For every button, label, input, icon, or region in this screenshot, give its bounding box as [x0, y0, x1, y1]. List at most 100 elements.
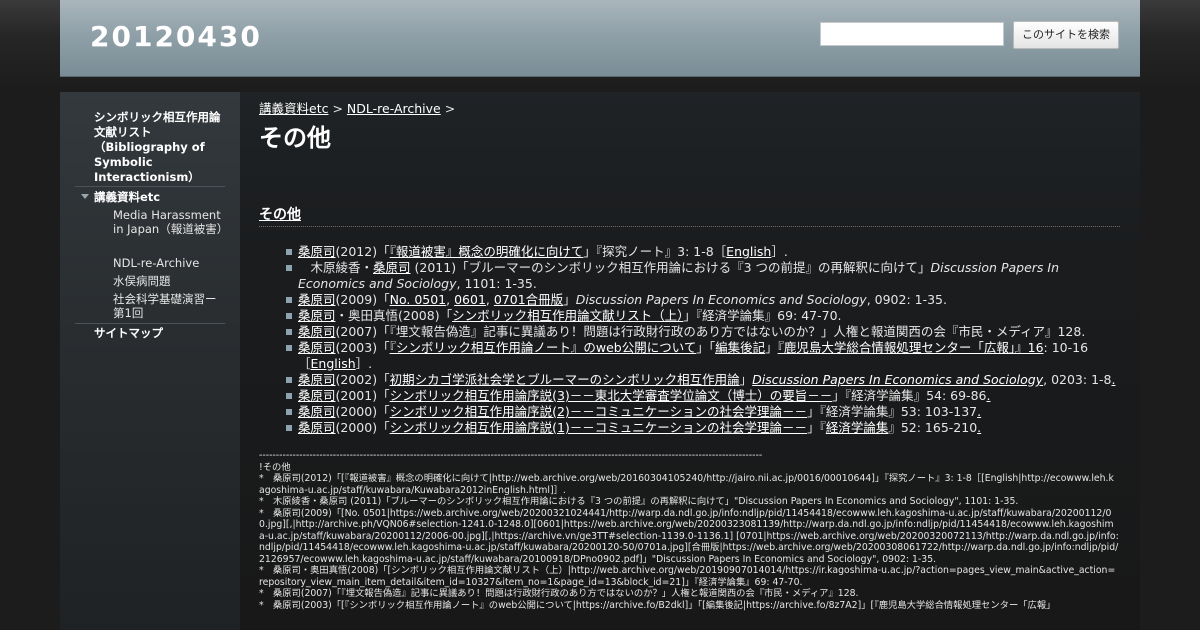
reference-text: (2003)「 [335, 340, 390, 355]
reference-link[interactable]: 桑原司 [298, 388, 336, 403]
reference-link[interactable]: . [977, 420, 981, 435]
sidebar-item-lecture-materials[interactable]: 講義資料etc [75, 190, 225, 205]
reference-text: 」『経済学論集』69: 47-70. [683, 308, 842, 323]
reference-text: (2007)「『埋文報告偽造』記事に異議あり！問題は行政財行政のあり方ではないの… [335, 324, 1086, 339]
reference-text: , [446, 292, 455, 307]
reference-item: 桑原司(2007)「『埋文報告偽造』記事に異議あり！問題は行政財行政のあり方では… [286, 324, 1128, 340]
breadcrumb-separator: > [332, 101, 343, 116]
reference-link[interactable]: シンボリック相互作用論序説(2)－－コミュニケーションの社会学理論－－ [390, 404, 807, 419]
sidebar-subitem-ndl-re-archive[interactable]: NDL-re-Archive [113, 256, 225, 270]
reference-text: ］. [355, 356, 373, 371]
reference-list: 桑原司(2012)「『報道被害』概念の明確化に向けて」『探究ノート』3: 1-8… [286, 244, 1128, 436]
bullet-square-icon [286, 345, 292, 351]
reference-link[interactable]: 編集後記 [715, 340, 765, 355]
reference-text: 」「 [696, 340, 716, 355]
reference-link[interactable]: 初期シカゴ学派社会学とブルーマーのシンボリック相互作用論 [390, 372, 740, 387]
reference-text: 木原綾香・ [298, 260, 374, 275]
breadcrumb-separator: > [444, 101, 456, 116]
reference-link[interactable]: 桑原司 [298, 340, 336, 355]
breadcrumb-link-ndl-re-archive[interactable]: NDL-re-Archive [347, 101, 441, 116]
reference-link[interactable]: シンボリック相互作用論序説(1)－－コミュニケーションの社会学理論－－ [390, 420, 807, 435]
reference-link[interactable]: シンボリック相互作用論序説(3)－－東北大学審査学位論文（博士）の要旨－－ [390, 388, 833, 403]
reference-link[interactable]: 経済学論集 [826, 420, 889, 435]
reference-text: , 0203: 1-8 [1043, 372, 1112, 387]
breadcrumb: 講義資料etc > NDL-re-Archive > [259, 98, 455, 117]
reference-link[interactable]: . [1111, 372, 1115, 387]
reference-text: 」『 [807, 420, 826, 435]
sidebar-subitem-seminar[interactable]: 社会科学基礎演習ー第1回 [113, 292, 225, 320]
reference-item: 木原綾香・桑原司 (2011)「ブルーマーのシンボリック相互作用論における『3 … [286, 260, 1128, 292]
reference-text: (2001)「 [335, 388, 390, 403]
site-title[interactable]: 20120430 [90, 20, 262, 53]
reference-link[interactable]: 桑原司 [298, 244, 336, 259]
reference-link[interactable]: 桑原司 [298, 324, 336, 339]
sidebar-item-label[interactable]: 講義資料etc [94, 190, 160, 205]
search-button[interactable]: このサイトを検索 [1013, 21, 1119, 49]
reference-text: (2002)「 [335, 372, 390, 387]
site-header: 20120430 このサイトを検索 [60, 0, 1140, 77]
reference-text: , [485, 292, 494, 307]
reference-link[interactable]: 『シンボリック相互作用論ノート』のweb公開について [390, 340, 697, 355]
reference-item: 桑原司(2001)「シンボリック相互作用論序説(3)－－東北大学審査学位論文（博… [286, 388, 1128, 404]
reference-text: (2000)「 [335, 420, 390, 435]
reference-link[interactable]: 0701合冊版 [494, 292, 563, 307]
section-heading: その他 [259, 204, 1120, 227]
reference-link[interactable]: . [977, 404, 981, 419]
reference-link[interactable]: English [726, 244, 771, 259]
breadcrumb-link-lecture-materials[interactable]: 講義資料etc [259, 101, 328, 116]
reference-text: 」『経済学論集』54: 69-86 [832, 388, 987, 403]
bullet-square-icon [286, 265, 292, 271]
reference-link[interactable]: Discussion Papers In Economics and Socio… [752, 372, 1043, 387]
bullet-square-icon [286, 313, 292, 319]
reference-link[interactable]: 桑原司 [373, 260, 411, 275]
reference-item: 桑原司(2000)「シンボリック相互作用論序説(2)－－コミュニケーションの社会… [286, 404, 1128, 420]
reference-item: 桑原司(2000)「シンボリック相互作用論序説(1)－－コミュニケーションの社会… [286, 420, 1128, 436]
reference-text: , 1101: 1-35. [456, 276, 537, 291]
main-content: 講義資料etc > NDL-re-Archive > その他 その他 桑原司(2… [240, 92, 1140, 630]
sidebar-item-label[interactable]: サイトマップ [94, 326, 163, 341]
reference-item: 桑原司(2012)「『報道被害』概念の明確化に向けて」『探究ノート』3: 1-8… [286, 244, 1128, 260]
reference-item: 桑原司(2002)「初期シカゴ学派社会学とブルーマーのシンボリック相互作用論」D… [286, 372, 1128, 388]
sidebar-subitem-media-harassment[interactable]: Media Harassment in Japan（報道被害） [113, 208, 228, 236]
reference-link[interactable]: English [311, 356, 356, 371]
page-title: その他 [259, 124, 331, 152]
bullet-square-icon [286, 409, 292, 415]
reference-link[interactable]: 桑原司 [298, 292, 336, 307]
reference-link[interactable]: シンボリック相互作用論文献リスト（上） [452, 308, 683, 323]
reference-text: (2012)「 [335, 244, 390, 259]
reference-text: (2000)「 [335, 404, 390, 419]
search-input[interactable] [820, 22, 1004, 46]
reference-link[interactable]: 桑原司 [298, 420, 336, 435]
bullet-square-icon [286, 249, 292, 255]
reference-text: (2009)「 [335, 292, 390, 307]
sidebar-divider [75, 323, 225, 324]
raw-wiki-text: ----------------------------------------… [259, 450, 1119, 611]
reference-text: , 0902: 1-35. [866, 292, 947, 307]
reference-link[interactable]: No. 0501 [390, 292, 447, 307]
section-heading-link[interactable]: その他 [259, 207, 301, 223]
reference-journal: Discussion Papers In Economics and Socio… [575, 292, 867, 307]
sidebar: シンボリック相互作用論文献リスト（Bibliography of Symboli… [60, 92, 240, 630]
reference-text: ・奥田真悟(2008)「 [335, 308, 453, 323]
reference-link[interactable]: 『鹿児島大学総合情報処理センター「広報」』16 [778, 340, 1044, 355]
reference-text: 」 [563, 292, 576, 307]
reference-link[interactable]: 『報道被害』概念の明確化に向けて [390, 244, 584, 259]
reference-text: 」 [765, 340, 778, 355]
reference-text: 」『経済学論集』53: 103-137 [807, 404, 978, 419]
reference-link[interactable]: . [986, 388, 990, 403]
reference-link[interactable]: 桑原司 [298, 308, 336, 323]
reference-item: 桑原司・奥田真悟(2008)「シンボリック相互作用論文献リスト（上）」『経済学論… [286, 308, 1128, 324]
sidebar-divider [75, 186, 225, 187]
reference-item: 桑原司(2009)「No. 0501, 0601, 0701合冊版」Discus… [286, 292, 1128, 308]
bullet-square-icon [286, 377, 292, 383]
reference-link[interactable]: 桑原司 [298, 372, 336, 387]
reference-link[interactable]: 0601 [454, 292, 486, 307]
bullet-square-icon [286, 393, 292, 399]
sidebar-subitem-minamata[interactable]: 水俣病問題 [113, 274, 225, 288]
expand-triangle-icon[interactable] [81, 194, 89, 199]
reference-link[interactable]: 桑原司 [298, 404, 336, 419]
reference-text: 」『探究ノート』3: 1-8［ [583, 244, 727, 259]
sidebar-item-bibliography[interactable]: シンボリック相互作用論文献リスト（Bibliography of Symboli… [94, 110, 226, 185]
reference-text: 」 [739, 372, 753, 387]
bullet-square-icon [286, 425, 292, 431]
